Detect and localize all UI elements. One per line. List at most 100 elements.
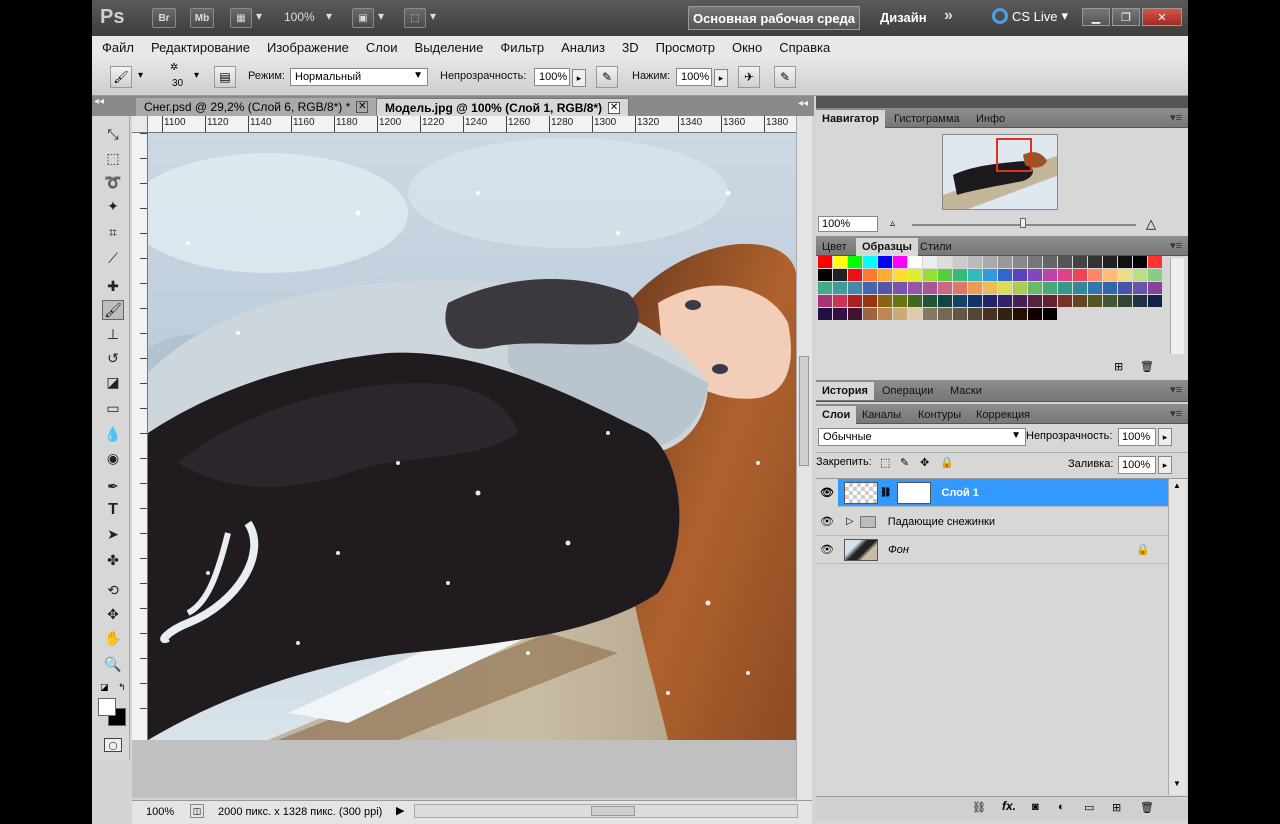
tab-adjustments[interactable]: Коррекция [970, 406, 1036, 424]
blend-mode-select[interactable]: Обычные ▼ [818, 428, 1026, 446]
layer-thumbnail[interactable] [844, 538, 878, 561]
tab-layers[interactable]: Слои [816, 406, 857, 424]
zoom-in-icon[interactable]: △ [1146, 216, 1156, 232]
swatch[interactable] [953, 282, 967, 294]
swatch[interactable] [923, 295, 937, 307]
new-group-icon[interactable]: ▭ [1084, 801, 1094, 814]
scroll-thumb[interactable] [591, 806, 635, 816]
default-colors-icon[interactable]: ◪ [100, 682, 109, 693]
swatch[interactable] [938, 269, 952, 281]
swatch[interactable] [878, 308, 892, 320]
swatch[interactable] [1073, 295, 1087, 307]
swatch[interactable] [878, 256, 892, 268]
tab-sneg[interactable]: Снег.psd @ 29,2% (Слой 6, RGB/8*) * ✕ [136, 98, 377, 116]
swatch[interactable] [848, 256, 862, 268]
swatch[interactable] [1013, 295, 1027, 307]
swatch[interactable] [1058, 256, 1072, 268]
brush-preset-icon[interactable]: 🖌 [110, 66, 132, 88]
swatch[interactable] [923, 308, 937, 320]
swatch[interactable] [1118, 269, 1132, 281]
swatch[interactable] [1028, 256, 1042, 268]
layer-thumbnail[interactable] [844, 481, 878, 504]
swatch[interactable] [1148, 295, 1162, 307]
swatch[interactable] [893, 282, 907, 294]
swatch[interactable] [833, 269, 847, 281]
eyedropper-icon[interactable]: ⟋ [102, 248, 124, 268]
swatch[interactable] [863, 256, 877, 268]
swatch[interactable] [983, 308, 997, 320]
delete-layer-icon[interactable]: 🗑 [1140, 801, 1154, 814]
swatch[interactable] [1013, 308, 1027, 320]
swatch[interactable] [1043, 308, 1057, 320]
swatch[interactable] [968, 269, 982, 281]
swatch[interactable] [1073, 269, 1087, 281]
swatch[interactable] [953, 269, 967, 281]
design-workspace[interactable]: Дизайн [880, 10, 927, 25]
tab-channels[interactable]: Каналы [856, 406, 907, 424]
swatch[interactable] [908, 269, 922, 281]
swatch[interactable] [908, 308, 922, 320]
swatch[interactable] [818, 256, 832, 268]
swatch[interactable] [893, 269, 907, 281]
swatch[interactable] [983, 256, 997, 268]
navigator-thumbnail[interactable] [942, 134, 1058, 210]
swatch[interactable] [1028, 308, 1042, 320]
swatch[interactable] [923, 282, 937, 294]
cs-live-button[interactable]: CS Live ▾ [992, 8, 1068, 24]
swatch[interactable] [1088, 282, 1102, 294]
swatch[interactable] [1043, 295, 1057, 307]
visibility-eye-icon[interactable]: 👁 [816, 478, 838, 507]
swatch[interactable] [1133, 269, 1147, 281]
swatch[interactable] [998, 269, 1012, 281]
hand-tool-icon[interactable]: ✋ [102, 628, 124, 648]
gradient-tool-icon[interactable]: ▭ [102, 398, 124, 418]
menu-layers[interactable]: Слои [366, 40, 398, 55]
tab-actions[interactable]: Операции [876, 382, 939, 400]
swatch[interactable] [938, 295, 952, 307]
swatch[interactable] [983, 282, 997, 294]
close-icon[interactable]: ✕ [356, 101, 369, 113]
tab-model[interactable]: Модель.jpg @ 100% (Слой 1, RGB/8*) ✕ [376, 98, 630, 116]
menu-analysis[interactable]: Анализ [561, 40, 605, 55]
close-icon[interactable]: ✕ [608, 101, 621, 114]
menu-filter[interactable]: Фильтр [500, 40, 544, 55]
swatch[interactable] [893, 295, 907, 307]
swatch[interactable] [953, 295, 967, 307]
swatch[interactable] [893, 308, 907, 320]
tab-info[interactable]: Инфо [970, 110, 1011, 128]
chevron-down-icon[interactable]: ▾ [138, 70, 143, 81]
tab-paths[interactable]: Контуры [912, 406, 967, 424]
fill-field[interactable]: 100% [1118, 456, 1156, 474]
swatch[interactable] [998, 295, 1012, 307]
lock-position-icon[interactable]: ✥ [920, 456, 929, 469]
chevron-down-icon[interactable]: ▾ [256, 9, 262, 23]
foreground-color-swatch[interactable] [98, 698, 116, 716]
swatch[interactable] [968, 308, 982, 320]
swatch[interactable] [1028, 295, 1042, 307]
swatch[interactable] [1043, 269, 1057, 281]
vertical-scrollbar[interactable] [796, 116, 812, 800]
type-tool-icon[interactable]: T [102, 500, 124, 520]
swatch-grid[interactable] [818, 256, 1166, 320]
more-workspaces-icon[interactable]: » [944, 7, 953, 25]
swatch[interactable] [833, 282, 847, 294]
delete-swatch-icon[interactable]: 🗑 [1140, 360, 1154, 373]
menu-edit[interactable]: Редактирование [151, 40, 250, 55]
swatch[interactable] [953, 308, 967, 320]
lock-transparency-icon[interactable]: ⬚ [880, 456, 890, 469]
swatch[interactable] [1133, 256, 1147, 268]
swatch[interactable] [983, 269, 997, 281]
visibility-eye-icon[interactable]: 👁 [816, 515, 838, 528]
swatch[interactable] [998, 256, 1012, 268]
swatch[interactable] [833, 308, 847, 320]
swatch[interactable] [818, 308, 832, 320]
swatch[interactable] [833, 256, 847, 268]
chevron-down-icon[interactable]: ▾ [194, 70, 199, 81]
swatch[interactable] [1028, 269, 1042, 281]
swatch[interactable] [833, 295, 847, 307]
swatch[interactable] [1088, 295, 1102, 307]
clone-stamp-icon[interactable]: ⊥ [102, 324, 124, 344]
swatch[interactable] [848, 308, 862, 320]
menu-view[interactable]: Просмотр [656, 40, 715, 55]
swatch[interactable] [923, 256, 937, 268]
